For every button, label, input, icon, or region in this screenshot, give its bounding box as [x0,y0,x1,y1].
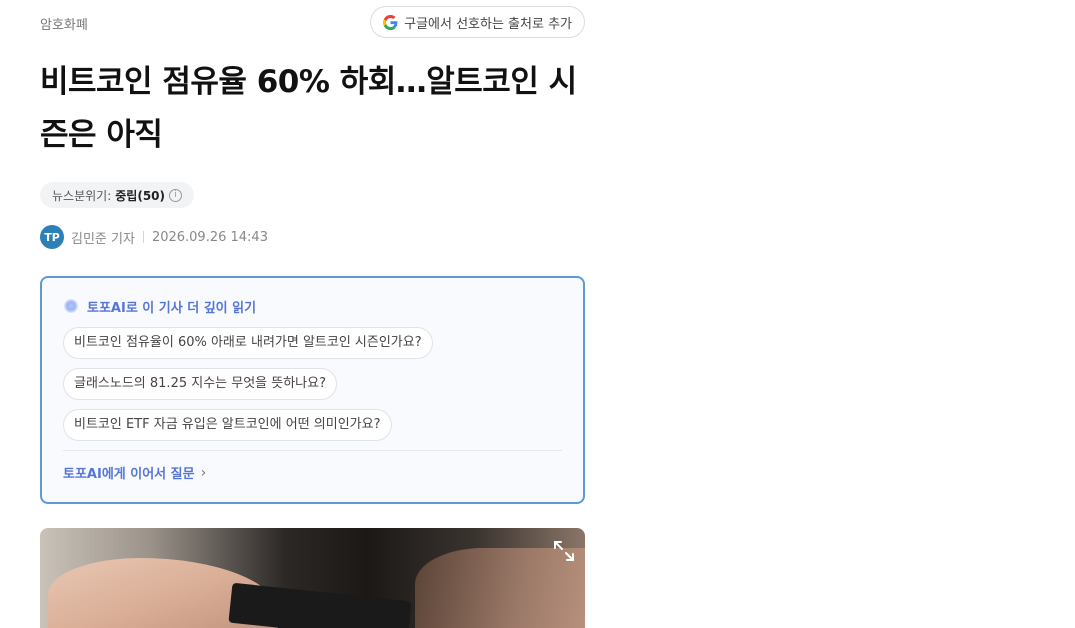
article-column: 암호화폐 구글에서 선호하는 출처로 추가 비트코인 점유율 60% 하회…알트… [40,0,585,628]
ai-follow-up-label: 토포AI에게 이어서 질문 [63,467,195,482]
photo-device [228,582,412,628]
ai-reading-panel: 토포AI로 이 기사 더 깊이 읽기 비트코인 점유율이 60% 아래로 내려가… [40,276,585,504]
add-google-preferred-source-button[interactable]: 구글에서 선호하는 출처로 추가 [370,6,585,38]
article-title: 비트코인 점유율 60% 하회…알트코인 시즌은 아직 [40,64,577,153]
publisher-avatar: TP [40,225,64,249]
article-topbar: 암호화폐 구글에서 선호하는 출처로 추가 [40,0,585,46]
chevron-right-icon: › [200,464,207,481]
suggested-question-3[interactable]: 비트코인 ETF 자금 유입은 알트코인에 어떤 의미인가요? [63,409,392,441]
mood-value: 중립(50) [115,188,165,203]
suggested-question-2[interactable]: 글래스노드의 81.25 지수는 무엇을 뜻하나요? [63,368,338,400]
ai-panel-heading: 토포AI로 이 기사 더 깊이 읽기 [87,300,257,316]
category-label[interactable]: 암호화폐 [40,14,88,33]
google-g-icon [383,14,398,30]
ai-panel-header: 토포AI로 이 기사 더 깊이 읽기 [63,296,562,316]
suggested-questions: 비트코인 점유율이 60% 아래로 내려가면 알트코인 시즌인가요? 글래스노드… [63,327,562,441]
byline: TP 김민준 기자 2026.09.26 14:43 [40,224,585,250]
publish-date: 2026.09.26 14:43 [151,229,268,245]
ai-follow-up-link[interactable]: 토포AI에게 이어서 질문 › [63,463,562,483]
suggested-question-1[interactable]: 비트코인 점유율이 60% 아래로 내려가면 알트코인 시즌인가요? [63,327,433,359]
author-name[interactable]: 김민준 기자 [71,228,135,247]
mood-label: 뉴스분위기: [52,188,112,203]
ai-panel-divider [63,450,562,451]
byline-divider [142,231,144,243]
article-photo [40,528,585,628]
google-button-label: 구글에서 선호하는 출처로 추가 [404,16,572,32]
info-icon[interactable]: i [169,188,182,202]
ai-orb-icon [64,299,78,313]
expand-icon[interactable] [553,540,575,562]
news-mood-badge: 뉴스분위기: 중립(50) i [40,182,194,208]
